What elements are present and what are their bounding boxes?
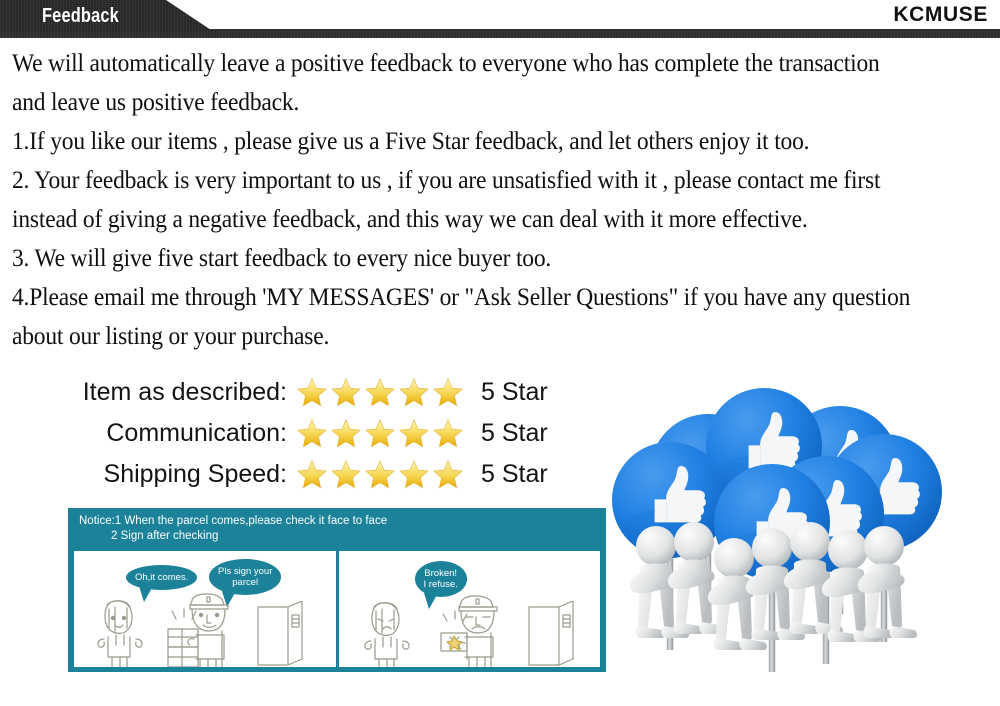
door-icon <box>527 601 574 666</box>
star-icon <box>433 419 463 448</box>
star-icon <box>331 419 361 448</box>
policy-line: 1.If you like our items , please give us… <box>12 128 810 155</box>
star-icon <box>365 419 395 448</box>
rating-label: Item as described: <box>82 377 287 406</box>
rating-value: 5 Star <box>481 459 548 488</box>
buyer-figure-icon <box>97 600 143 667</box>
policy-line: We will automatically leave a positive f… <box>12 50 880 77</box>
star-rating <box>297 418 463 448</box>
star-icon <box>331 460 361 489</box>
star-icon <box>433 378 463 407</box>
policy-line: about our listing or your purchase. <box>12 323 330 350</box>
star-icon <box>331 378 361 407</box>
buyer-figure-icon <box>363 602 410 667</box>
star-icon <box>365 460 395 489</box>
rating-row: Shipping Speed: 5 Star <box>62 456 622 492</box>
policy-line: 3. We will give five start feedback to e… <box>12 245 552 272</box>
courier-figure-icon <box>167 593 229 667</box>
star-icon <box>365 378 395 407</box>
star-icon <box>433 460 463 489</box>
rating-label: Shipping Speed: <box>103 459 287 488</box>
rating-row: Communication: 5 Star <box>62 415 622 451</box>
rating-value: 5 Star <box>481 377 548 406</box>
page-header: Feedback KCMUSE <box>0 0 1000 38</box>
header-tab-label: Feedback <box>42 5 119 27</box>
star-icon <box>297 419 327 448</box>
policy-line: instead of giving a negative feedback, a… <box>12 206 808 233</box>
star-icon <box>399 460 429 489</box>
star-icon <box>297 378 327 407</box>
star-rating <box>297 377 463 407</box>
feedback-policy-text: We will automatically leave a positive f… <box>12 44 1000 356</box>
star-icon <box>399 419 429 448</box>
notice-panels: Oh,it comes. Pls sign your parcel Broken… <box>71 548 603 670</box>
policy-line: 4.Please email me through 'MY MESSAGES' … <box>12 284 911 311</box>
rating-label: Communication: <box>106 418 287 447</box>
courier-figure-icon <box>439 595 498 667</box>
notice-header: Notice:1 When the parcel comes,please ch… <box>71 511 603 548</box>
rating-value: 5 Star <box>481 418 548 447</box>
ratings-block: Item as described: 5 Star Communication:… <box>62 374 622 497</box>
star-icon <box>399 378 429 407</box>
notice-line-1: Notice:1 When the parcel comes,please ch… <box>79 515 388 527</box>
thumbs-up-crowd-image <box>612 352 1000 706</box>
door-icon <box>257 601 303 666</box>
brand-logo: KCMUSE <box>893 3 988 26</box>
policy-line: 2. Your feedback is very important to us… <box>12 167 881 194</box>
star-rating <box>297 459 463 489</box>
comic-panel-refuse: Broken! I refuse. <box>338 551 600 667</box>
rating-row: Item as described: 5 Star <box>62 374 622 410</box>
policy-line: and leave us positive feedback. <box>12 89 300 116</box>
comic-panel-accept: Oh,it comes. Pls sign your parcel <box>74 551 336 667</box>
delivery-notice-box: Notice:1 When the parcel comes,please ch… <box>68 508 606 672</box>
star-icon <box>297 460 327 489</box>
notice-line-2: 2 Sign after checking <box>111 530 219 542</box>
